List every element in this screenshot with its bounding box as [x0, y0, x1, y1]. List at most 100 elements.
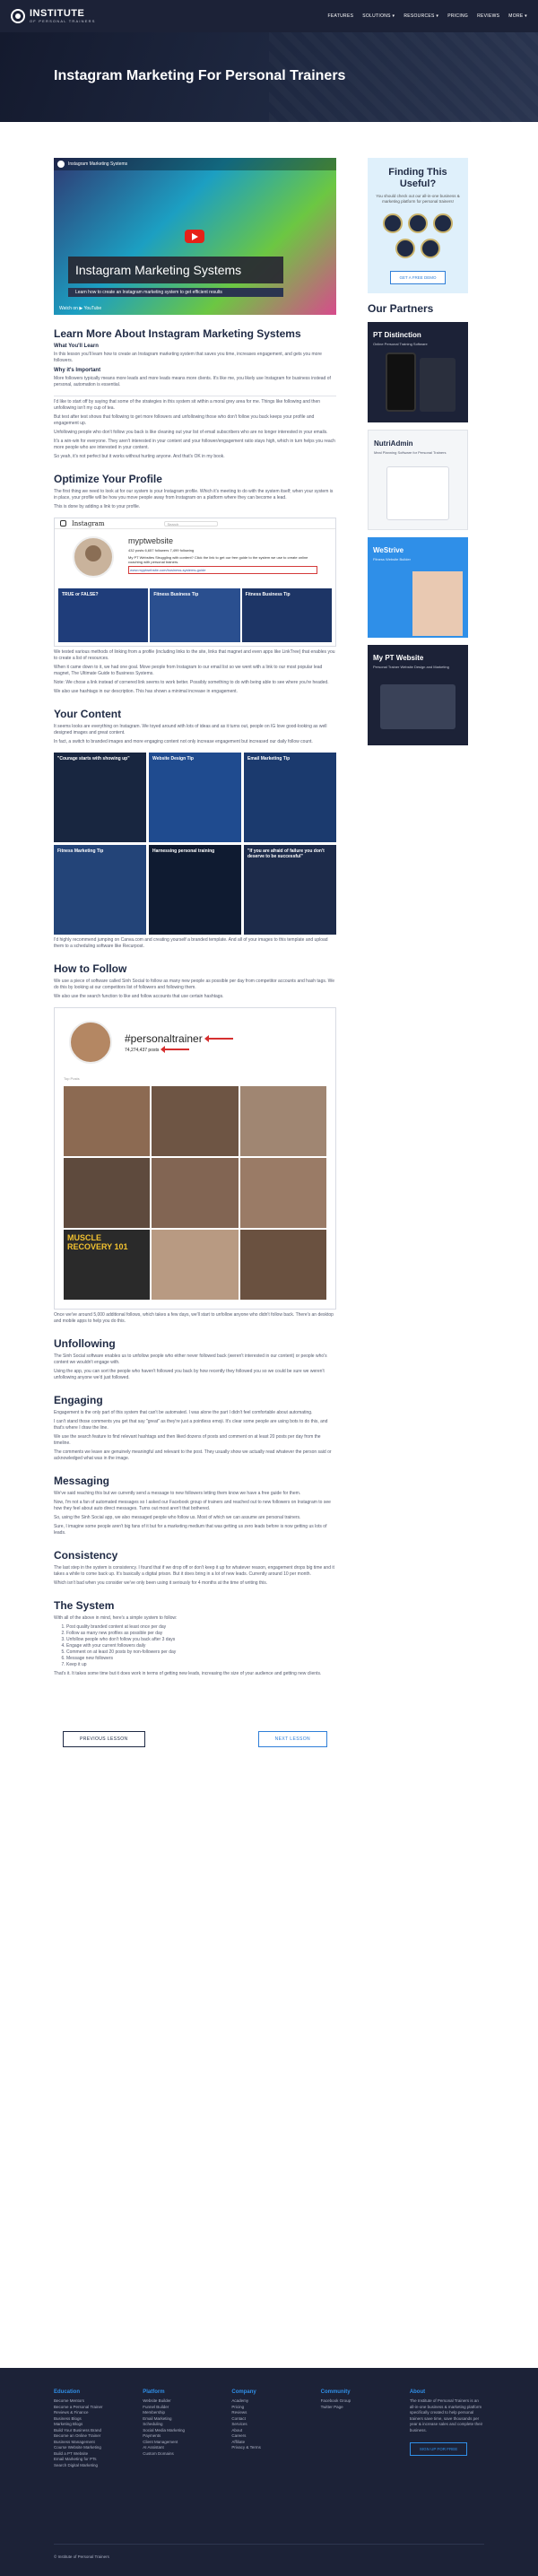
top-navigation-bar: INSTITUTE OF PERSONAL TRAINERS FEATURES …: [0, 0, 538, 32]
free-demo-button[interactable]: GET A FREE DEMO: [389, 271, 447, 284]
site-logo[interactable]: INSTITUTE OF PERSONAL TRAINERS: [11, 9, 96, 23]
unfollowing-heading: Unfollowing: [54, 1337, 116, 1350]
footer-link[interactable]: Search Digital Marketing: [54, 2463, 128, 2469]
watch-on-youtube-link[interactable]: Watch on ▶ YouTube: [59, 306, 101, 311]
nav-features[interactable]: FEATURES: [328, 13, 354, 19]
nav-pricing[interactable]: PRICING: [447, 13, 468, 19]
content-tile: Harnessing personal training: [149, 845, 241, 935]
next-lesson-button[interactable]: NEXT LESSON: [257, 1731, 327, 1747]
body-paragraph: The last step in the system is consisten…: [54, 1565, 334, 1577]
partners-heading: Our Partners: [368, 302, 434, 315]
hashtag-post-count: 74,274,437 posts: [125, 1047, 160, 1053]
nav-more[interactable]: MORE ▾: [508, 13, 527, 19]
body-paragraph: I'd highly recommend jumping on Canva.co…: [54, 937, 328, 949]
video-subtitle: Learn how to create an Instagram marketi…: [68, 288, 283, 297]
optimize-heading: Optimize Your Profile: [54, 473, 162, 485]
logo-wordmark: INSTITUTE: [30, 8, 85, 19]
body-paragraph: In fact, a switch to branded images and …: [54, 739, 313, 744]
body-paragraph: Now, I'm not a fan of automated messages…: [54, 1500, 331, 1511]
body-paragraph: Sure, I imagine some people aren't big f…: [54, 1524, 327, 1536]
meal-plan-mockup-icon: [386, 466, 449, 520]
body-paragraph: That's it. It takes some time but it doe…: [54, 1671, 322, 1676]
instagram-search-input: Search: [163, 520, 218, 527]
hero-banner: Instagram Marketing For Personal Trainer…: [0, 32, 538, 122]
previous-lesson-button[interactable]: PREVIOUS LESSON: [63, 1731, 145, 1747]
footer-link[interactable]: Custom Domains: [143, 2451, 217, 2458]
body-paragraph: Note: We chose a link instead of cornere…: [54, 680, 329, 685]
hashtag-title: #personaltrainer: [125, 1031, 203, 1045]
partner-ad-my-pt-website[interactable]: My PT Website Personal Trainer Website D…: [368, 645, 468, 745]
promo-text: You should check out our all-in-one busi…: [376, 194, 460, 204]
nav-solutions[interactable]: SOLUTIONS ▾: [362, 13, 395, 19]
nav-resources[interactable]: RESOURCES ▾: [404, 13, 438, 19]
follow-heading: How to Follow: [54, 962, 127, 975]
body-paragraph: I can't stand those comments you get tha…: [54, 1419, 328, 1431]
hashtag-post-tile: [152, 1086, 239, 1156]
top-posts-label: Top Posts: [64, 1076, 80, 1081]
content-tile: "If you are afraid of failure you don't …: [244, 845, 336, 935]
body-paragraph: The Sinh Social software enables us to u…: [54, 1353, 327, 1365]
body-paragraph: But test after test shows that following…: [54, 414, 315, 426]
hashtag-avatar: [69, 1021, 112, 1064]
body-paragraph: Once we've around 5,000 additional follo…: [54, 1312, 334, 1324]
hashtag-post-tile: [152, 1158, 239, 1228]
footer-link[interactable]: Twitter Page: [321, 2405, 395, 2411]
footer-signup-button[interactable]: SIGN UP FOR FREE: [409, 2442, 468, 2456]
system-step: Follow as many new profiles as possible …: [66, 1631, 336, 1637]
why-important-heading: Why it's Important: [54, 368, 101, 373]
tablet-mockup-icon: [420, 358, 456, 412]
body-paragraph: When it came down to it, we had one goal…: [54, 665, 323, 676]
play-button-icon[interactable]: [185, 230, 204, 243]
body-paragraph: It's a win-win for everyone. They aren't…: [54, 439, 335, 450]
body-paragraph: We also use hashtags in our description.…: [54, 689, 238, 694]
instagram-wordmark: Instagram: [72, 519, 105, 527]
logo-emblem-icon: [11, 9, 25, 23]
video-banner-title: Instagram Marketing Systems: [68, 257, 283, 283]
video-title-bar: Instagram Marketing Systems: [54, 158, 336, 170]
engaging-heading: Engaging: [54, 1394, 103, 1406]
laptop-mockup-icon: [380, 684, 456, 729]
body-paragraph: Engagement is the only part of this syst…: [54, 1410, 313, 1415]
hashtag-post-tile: [239, 1230, 326, 1300]
instagram-profile-screenshot: Instagram Search myptwebsite 432 posts 6…: [54, 518, 336, 647]
body-paragraph: We use a piece of software called Sinh S…: [54, 979, 335, 990]
profile-stats: 432 posts 6,657 followers 7,499 followin…: [128, 548, 195, 553]
footer-column-company: Company Academy Pricing Reviews Contact …: [231, 2389, 306, 2468]
footer-column-education: Education Become Mentors Become a Person…: [54, 2389, 128, 2468]
body-paragraph: We use the search feature to find releva…: [54, 1434, 321, 1446]
site-footer: Education Become Mentors Become a Person…: [0, 2368, 538, 2576]
award-badge-icon: [433, 213, 453, 233]
footer-link[interactable]: Privacy & Terms: [231, 2445, 306, 2451]
partner-ad-nutriadmin[interactable]: NutriAdmin Meal Planning Software for Pe…: [368, 430, 468, 530]
profile-bio-link-highlight: www.myptwebsite.com/business-systems-gui…: [128, 566, 317, 574]
footer-column-community: Community Facebook Group Twitter Page: [321, 2389, 395, 2468]
why-important-text: More followers typically means more lead…: [54, 376, 331, 387]
messaging-heading: Messaging: [54, 1475, 110, 1487]
video-player[interactable]: Instagram Marketing Systems Instagram Ma…: [54, 158, 336, 315]
phone-mockup-icon: [386, 352, 416, 412]
profile-bio: My PT Websites Struggling with content? …: [128, 555, 308, 564]
body-paragraph: Using the app, you can sort the people w…: [54, 1369, 325, 1380]
system-step: Post quality branded content at least on…: [66, 1624, 336, 1631]
promo-card: Finding This Useful? You should check ou…: [368, 158, 468, 293]
partner-ad-pt-distinction[interactable]: PT Distinction Online Personal Training …: [368, 322, 468, 422]
body-paragraph: So yeah, it's not perfect but it works w…: [54, 454, 225, 459]
nav-reviews[interactable]: REVIEWS: [477, 13, 499, 19]
system-step: Engage with your current followers daily: [66, 1643, 336, 1649]
body-paragraph: This is done by adding a link to your pr…: [54, 504, 141, 509]
profile-post-grid: TRUE or FALSE? Fitness Business Tip Fitn…: [55, 585, 335, 646]
partner-ad-westrive[interactable]: WeStrive Fitness Website Builder: [368, 537, 468, 638]
red-arrow-icon: [204, 1035, 233, 1043]
body-paragraph: With all of the above in mind, here's a …: [54, 1615, 178, 1621]
instagram-top-bar: Instagram Search: [55, 518, 335, 529]
body-paragraph: So, using the Sinh Social app, we also m…: [54, 1515, 301, 1520]
content-tile: Email Marketing Tip: [244, 753, 336, 842]
logo-tagline: OF PERSONAL TRAINERS: [30, 19, 96, 23]
system-step: Keep it up: [66, 1662, 336, 1668]
person-photo-icon: [412, 571, 463, 636]
hashtag-post-grid: MUSCLE RECOVERY 101: [60, 1083, 330, 1303]
system-step: Unfollow people who don't follow you bac…: [66, 1637, 336, 1643]
camera-icon: [60, 520, 66, 527]
footer-about-text: The Institute of Personal Trainers is an…: [409, 2398, 483, 2432]
what-you-learn-text: In this lesson you'll learn how to creat…: [54, 352, 322, 363]
